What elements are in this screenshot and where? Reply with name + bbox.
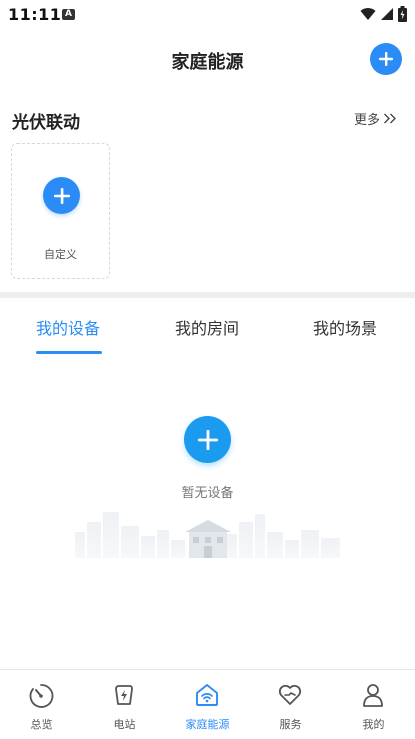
status-bar: 11:11 A xyxy=(0,0,415,30)
plus-icon xyxy=(53,187,70,204)
nav-item-service[interactable]: 服务 xyxy=(249,670,332,739)
app-header: 家庭能源 xyxy=(0,38,415,82)
nav-label-service: 服务 xyxy=(279,718,302,731)
nav-label-mine: 我的 xyxy=(362,718,385,731)
power-station-icon xyxy=(115,685,133,705)
wifi-icon xyxy=(360,8,376,20)
plus-icon xyxy=(379,52,393,66)
nav-item-mine[interactable]: 我的 xyxy=(332,670,415,739)
status-icons xyxy=(360,6,407,22)
nav-item-overview[interactable]: 总览 xyxy=(0,670,83,739)
status-time: 11:11 xyxy=(8,5,62,24)
battery-icon xyxy=(398,6,407,22)
custom-label: 自定义 xyxy=(44,248,77,261)
custom-linkage-card[interactable]: 自定义 xyxy=(11,143,110,279)
tab-my-scenes[interactable]: 我的场景 xyxy=(313,315,377,339)
city-skyline-illustration xyxy=(75,512,340,558)
active-tab-indicator xyxy=(36,351,102,354)
section-divider xyxy=(0,292,415,298)
nav-label-overview: 总览 xyxy=(30,718,53,731)
nav-item-home-energy[interactable]: 家庭能源 xyxy=(166,670,249,739)
nav-label-home-energy: 家庭能源 xyxy=(185,718,230,731)
nav-item-power-station[interactable]: 电站 xyxy=(83,670,166,739)
nav-label-power-station: 电站 xyxy=(113,718,136,731)
empty-state-text: 暂无设备 xyxy=(181,486,234,501)
pv-linkage-title: 光伏联动 xyxy=(12,113,80,133)
bottom-nav: 总览 电站 家庭能源 服务 我的 xyxy=(0,669,415,739)
add-custom-button[interactable] xyxy=(43,177,80,214)
double-chevron-right-icon xyxy=(384,113,396,124)
tab-my-devices[interactable]: 我的设备 xyxy=(36,315,100,339)
person-icon xyxy=(363,684,383,707)
plus-icon xyxy=(197,429,218,450)
page-title: 家庭能源 xyxy=(171,52,244,73)
more-link[interactable]: 更多 xyxy=(354,109,397,128)
signal-icon xyxy=(381,8,393,20)
home-energy-icon xyxy=(196,684,218,706)
tab-my-rooms[interactable]: 我的房间 xyxy=(175,315,239,339)
device-tabs: 我的设备 我的房间 我的场景 xyxy=(0,300,415,356)
more-label: 更多 xyxy=(353,113,380,128)
heart-service-icon xyxy=(278,684,302,705)
add-device-button[interactable] xyxy=(184,416,231,463)
dashboard-icon xyxy=(29,684,54,708)
notification-badge-icon: A xyxy=(62,9,75,20)
add-button[interactable] xyxy=(370,43,402,75)
